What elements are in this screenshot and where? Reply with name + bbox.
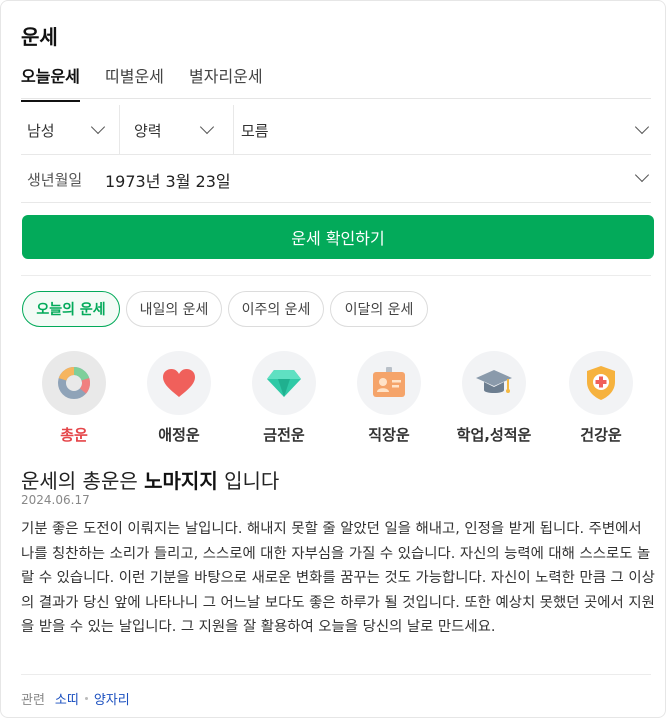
chevron-down-icon — [634, 119, 650, 135]
result-date: 2024.06.17 — [21, 493, 90, 507]
fortune-keyword: 노마지지 — [144, 469, 218, 493]
chevron-down-icon — [90, 119, 106, 135]
fortune-tabs: 오늘운세 띠별운세 별자리운세 — [21, 59, 651, 102]
category-overall[interactable]: 총운 — [29, 351, 119, 445]
divider — [119, 105, 120, 155]
category-health[interactable]: 건강운 — [556, 351, 646, 445]
category-career[interactable]: 직장운 — [344, 351, 434, 445]
category-study[interactable]: 학업,성적운 — [449, 351, 539, 445]
headline-prefix: 운세의 총운은 — [21, 469, 138, 493]
category-icon-bg — [462, 351, 526, 415]
category-icon-bg — [252, 351, 316, 415]
category-icon-bg — [357, 351, 421, 415]
tab-constellation-fortune[interactable]: 별자리운세 — [189, 63, 263, 87]
category-label: 총운 — [60, 426, 88, 444]
category-icon-bg — [42, 351, 106, 415]
related-links: 관련 소띠 양자리 — [21, 689, 130, 708]
gender-select[interactable]: 남성 — [21, 105, 117, 155]
donut-chart-icon — [58, 367, 90, 399]
category-label: 금전운 — [263, 426, 305, 444]
health-shield-icon — [587, 366, 615, 400]
headline-suffix: 입니다 — [224, 469, 280, 493]
calendar-type-value: 양력 — [134, 121, 162, 140]
pill-this-week[interactable]: 이주의 운세 — [228, 291, 324, 327]
heart-icon — [163, 369, 195, 397]
related-link-aries[interactable]: 양자리 — [94, 689, 130, 708]
category-icon-bg — [147, 351, 211, 415]
divider — [233, 105, 234, 155]
graduation-cap-icon — [476, 370, 512, 393]
options-row: 남성 양력 모름 — [21, 105, 651, 155]
birth-time-value: 모름 — [241, 121, 269, 140]
related-label: 관련 — [21, 693, 45, 708]
category-label: 학업,성적운 — [456, 426, 532, 444]
birth-time-select[interactable]: 모름 — [235, 105, 653, 155]
divider — [21, 674, 651, 675]
pill-tomorrow[interactable]: 내일의 운세 — [126, 291, 222, 327]
pill-today[interactable]: 오늘의 운세 — [22, 291, 120, 327]
card-title: 운세 — [21, 25, 58, 49]
category-icon-bg — [569, 351, 633, 415]
fortune-description: 기분 좋은 도전이 이뤄지는 날입니다. 해내지 못할 줄 알았던 일을 해내고… — [21, 521, 655, 635]
tab-today-fortune[interactable]: 오늘운세 — [21, 63, 80, 102]
category-money[interactable]: 금전운 — [239, 351, 329, 445]
chevron-down-icon — [199, 119, 215, 135]
fortune-card: 운세 오늘운세 띠별운세 별자리운세 남성 양력 모름 생년월일 1973년 3… — [0, 0, 666, 718]
category-love[interactable]: 애정운 — [134, 351, 224, 445]
category-label: 애정운 — [158, 426, 200, 444]
divider — [21, 275, 651, 276]
gender-value: 남성 — [27, 121, 55, 140]
category-label: 건강운 — [580, 426, 622, 444]
birth-date-value: 1973년 3월 23일 — [105, 172, 231, 191]
calendar-type-select[interactable]: 양력 — [128, 105, 224, 155]
result-headline: 운세의 총운은 노마지지 입니다 — [21, 465, 279, 494]
chevron-down-icon — [634, 167, 650, 183]
check-fortune-button[interactable]: 운세 확인하기 — [22, 215, 654, 259]
pill-this-month[interactable]: 이달의 운세 — [330, 291, 428, 327]
id-badge-icon — [373, 367, 405, 397]
tab-zodiac-animal-fortune[interactable]: 띠별운세 — [105, 63, 164, 87]
birth-date-label: 생년월일 — [27, 171, 83, 189]
category-label: 직장운 — [368, 426, 410, 444]
diamond-icon — [267, 370, 301, 397]
related-link-ox[interactable]: 소띠 — [55, 689, 79, 708]
birth-date-select[interactable]: 생년월일 1973년 3월 23일 — [21, 153, 651, 203]
separator-dot — [84, 697, 88, 700]
